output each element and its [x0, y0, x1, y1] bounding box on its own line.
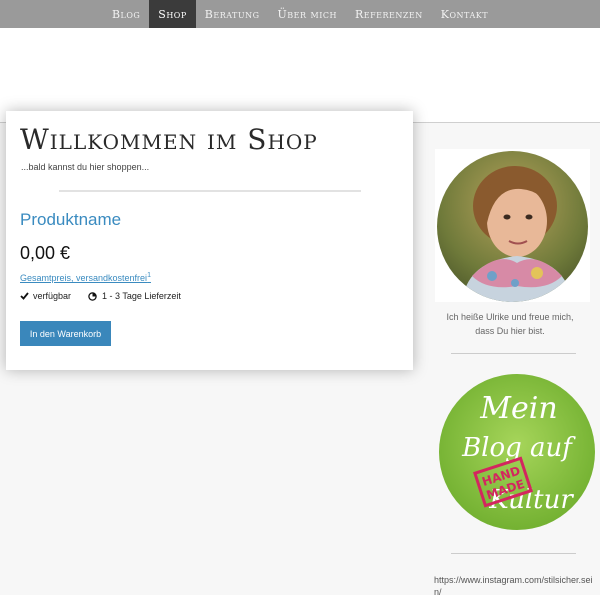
price-note-link[interactable]: Gesamtpreis, versandkostenfrei1 [20, 272, 151, 283]
price-note-footnote: 1 [147, 272, 151, 279]
nav-item-blog[interactable]: Blog [103, 0, 149, 28]
main-navigation: Blog Shop Beratung Über mich Referenzen … [0, 0, 600, 28]
clock-icon [88, 291, 97, 301]
shop-card: Willkommen im Shop ...bald kannst du hie… [6, 111, 413, 370]
card-divider [59, 190, 361, 192]
add-to-cart-button[interactable]: In den Warenkorb [20, 321, 111, 346]
check-icon [20, 292, 29, 300]
blog-badge-image: Mein Blog auf Kultur HAND MADE [439, 374, 595, 530]
product-price: 0,00 € [20, 243, 71, 263]
delivery-time: 1 - 3 Tage Lieferzeit [88, 291, 181, 301]
badge-word-mein: Mein [479, 391, 557, 426]
availability-status: verfügbar [20, 291, 71, 301]
sidebar-intro-line-1: Ich heiße Ulrike und freue mich, [446, 312, 574, 322]
header-band [0, 28, 600, 122]
nav-item-beratung[interactable]: Beratung [196, 0, 269, 28]
nav-item-ueber-mich[interactable]: Über mich [269, 0, 346, 28]
sidebar-divider-2 [451, 553, 576, 554]
nav-item-shop[interactable]: Shop [149, 0, 196, 28]
blog-badge-link[interactable]: Mein Blog auf Kultur HAND MADE [439, 374, 595, 530]
nav-item-kontakt[interactable]: Kontakt [432, 0, 497, 28]
availability-label: verfügbar [33, 291, 72, 301]
page-subtitle: ...bald kannst du hier shoppen... [21, 162, 150, 172]
nav-item-referenzen[interactable]: Referenzen [346, 0, 432, 28]
instagram-link[interactable]: https://www.instagram.com/stilsicher.sei… [434, 574, 594, 595]
sidebar-divider [451, 353, 576, 354]
profile-photo [437, 151, 588, 302]
sidebar-intro-line-2: dass Du hier bist. [475, 326, 545, 336]
page-title: Willkommen im Shop [20, 123, 318, 156]
delivery-label: 1 - 3 Tage Lieferzeit [102, 291, 181, 301]
sidebar-intro: Ich heiße Ulrike und freue mich, dass Du… [430, 310, 590, 338]
price-note-text: Gesamtpreis, versandkostenfrei [20, 273, 148, 283]
avatar [437, 151, 588, 302]
product-name-link[interactable]: Produktname [20, 210, 121, 230]
